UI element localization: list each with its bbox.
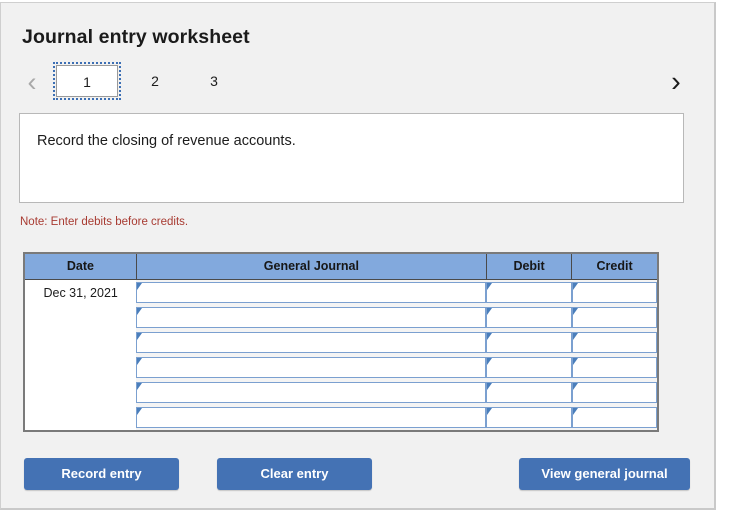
date-cell <box>24 305 137 330</box>
general-journal-input[interactable] <box>136 407 487 428</box>
transaction-description-box: Record the closing of revenue accounts. <box>19 113 684 203</box>
general-journal-input[interactable] <box>136 282 487 303</box>
column-header-general-journal: General Journal <box>135 253 487 280</box>
general-journal-input[interactable] <box>136 307 487 328</box>
credit-input[interactable] <box>571 382 657 403</box>
table-header-row: Date General Journal Debit Credit <box>23 253 659 280</box>
general-journal-cell[interactable] <box>136 380 487 405</box>
date-cell <box>24 355 137 380</box>
credit-input[interactable] <box>571 282 657 303</box>
date-cell <box>24 380 137 405</box>
credit-cell[interactable] <box>571 305 658 330</box>
worksheet-tab-1[interactable]: 1 <box>53 62 121 100</box>
general-journal-input[interactable] <box>136 382 487 403</box>
date-cell: Dec 31, 2021 <box>24 279 137 305</box>
debit-cell[interactable] <box>486 405 572 431</box>
general-journal-cell[interactable] <box>136 355 487 380</box>
general-journal-cell[interactable] <box>136 305 487 330</box>
credit-cell[interactable] <box>571 330 658 355</box>
general-journal-cell[interactable] <box>136 405 487 431</box>
transaction-description-text: Record the closing of revenue accounts. <box>37 133 296 149</box>
record-entry-button[interactable]: Record entry <box>24 458 179 490</box>
table-row: Dec 31, 2021 <box>24 279 658 305</box>
table-row <box>24 355 658 380</box>
debit-cell[interactable] <box>486 355 572 380</box>
view-general-journal-button[interactable]: View general journal <box>519 458 690 490</box>
table-row <box>24 380 658 405</box>
page-title: Journal entry worksheet <box>22 26 250 48</box>
debits-before-credits-note: Note: Enter debits before credits. <box>20 216 189 228</box>
debit-cell[interactable] <box>486 380 572 405</box>
chevron-left-icon[interactable]: ‹ <box>19 65 45 101</box>
debit-cell[interactable] <box>486 330 572 355</box>
table-row <box>24 305 658 330</box>
credit-input[interactable] <box>571 407 657 428</box>
worksheet-pager: ‹ 1 2 3 › <box>19 62 691 105</box>
credit-input[interactable] <box>571 357 657 378</box>
credit-input[interactable] <box>571 307 657 328</box>
general-journal-input[interactable] <box>136 357 487 378</box>
table-row <box>24 405 658 431</box>
credit-cell[interactable] <box>571 279 658 305</box>
credit-cell[interactable] <box>571 355 658 380</box>
debit-input[interactable] <box>486 307 572 328</box>
debit-cell[interactable] <box>486 305 572 330</box>
chevron-right-icon[interactable]: › <box>663 65 689 101</box>
general-journal-cell[interactable] <box>136 279 487 305</box>
column-header-credit: Credit <box>571 253 659 280</box>
debit-input[interactable] <box>486 282 572 303</box>
clear-entry-button[interactable]: Clear entry <box>217 458 372 490</box>
worksheet-tab-2[interactable]: 2 <box>137 65 173 97</box>
general-journal-cell[interactable] <box>136 330 487 355</box>
debit-input[interactable] <box>486 332 572 353</box>
table-row <box>24 330 658 355</box>
debit-input[interactable] <box>486 382 572 403</box>
general-journal-input[interactable] <box>136 332 487 353</box>
debit-input[interactable] <box>486 407 572 428</box>
journal-entry-table: Date General Journal Debit Credit Dec 31… <box>23 252 659 432</box>
debit-cell[interactable] <box>486 279 572 305</box>
column-header-debit: Debit <box>485 253 573 280</box>
worksheet-tab-3[interactable]: 3 <box>196 65 232 97</box>
credit-cell[interactable] <box>571 380 658 405</box>
date-cell <box>24 330 137 355</box>
journal-entry-worksheet-panel: Journal entry worksheet ‹ 1 2 3 › Record… <box>0 2 716 510</box>
debit-input[interactable] <box>486 357 572 378</box>
credit-input[interactable] <box>571 332 657 353</box>
date-cell <box>24 405 137 431</box>
credit-cell[interactable] <box>571 405 658 431</box>
column-header-date: Date <box>23 253 137 280</box>
